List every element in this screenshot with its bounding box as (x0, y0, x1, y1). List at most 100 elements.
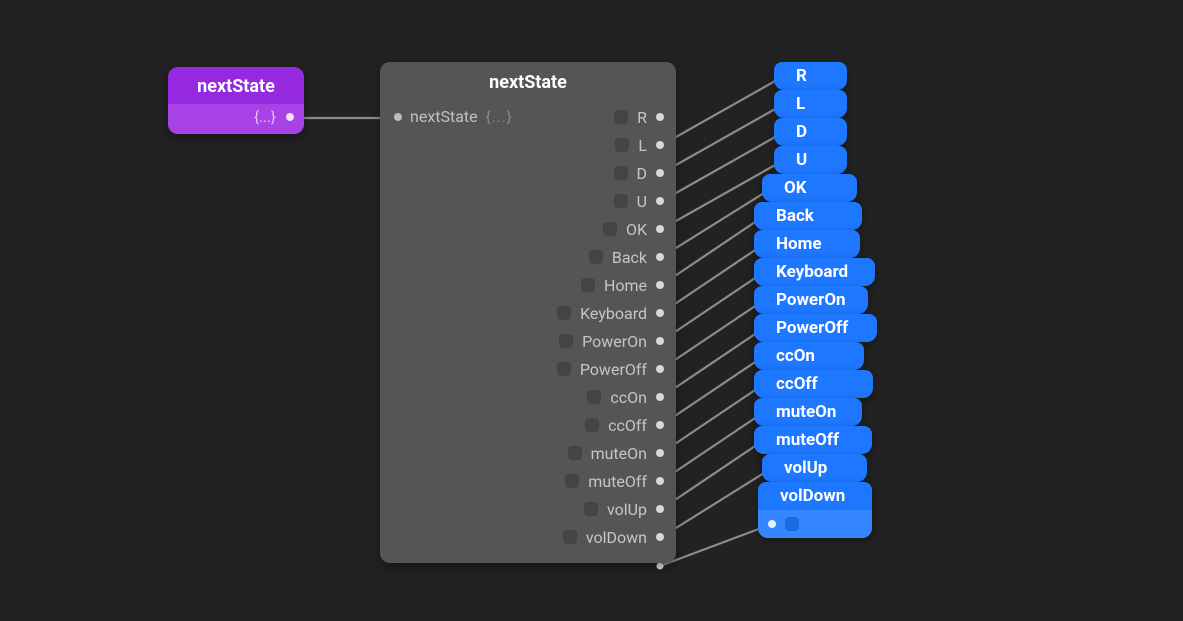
target-node-muteon[interactable]: muteOn (754, 398, 862, 426)
node-title: D (774, 118, 847, 146)
prop-label: volUp (607, 500, 647, 519)
target-node-r[interactable]: R (774, 62, 847, 90)
prop-row-muteoff[interactable]: muteOff (380, 467, 676, 495)
node-title: L (774, 90, 847, 118)
value-chip (563, 530, 577, 544)
prop-label: Back (612, 248, 647, 267)
output-port[interactable] (656, 225, 664, 233)
node-title: Back (754, 202, 862, 230)
prop-label: D (637, 164, 648, 183)
prop-row-keyboard[interactable]: Keyboard (380, 299, 676, 327)
prop-label: OK (626, 220, 647, 239)
input-port[interactable] (768, 520, 776, 528)
node-body (758, 510, 872, 538)
prop-label: volDown (586, 528, 647, 547)
prop-row-poweroff[interactable]: PowerOff (380, 355, 676, 383)
value-chip (589, 250, 603, 264)
prop-label: Home (604, 276, 647, 295)
value-chip (585, 418, 599, 432)
prop-row-home[interactable]: Home (380, 271, 676, 299)
target-node-d[interactable]: D (774, 118, 847, 146)
source-node-nextstate[interactable]: nextState {...} (168, 67, 304, 134)
target-node-ccoff[interactable]: ccOff (754, 370, 873, 398)
prop-list: RLDU OK Back Home Keyboard PowerOn PowerOff ccO… (380, 103, 676, 551)
prop-row-ccon[interactable]: ccOn (380, 383, 676, 411)
canvas: { "purple": { "title": "nextState", "out… (0, 0, 1183, 621)
value-chip (568, 446, 582, 460)
node-title: ccOff (754, 370, 873, 398)
value-chip (615, 138, 629, 152)
target-node-l[interactable]: L (774, 90, 847, 118)
output-port[interactable] (656, 281, 664, 289)
prop-row-volup[interactable]: volUp (380, 495, 676, 523)
prop-row-l[interactable]: L (380, 131, 676, 159)
output-port[interactable] (656, 449, 664, 457)
node-title: muteOff (754, 426, 872, 454)
node-title: PowerOn (754, 286, 868, 314)
braces-icon: {...} (254, 108, 276, 126)
output-port[interactable] (656, 505, 664, 513)
prop-row-ccoff[interactable]: ccOff (380, 411, 676, 439)
output-port[interactable] (656, 337, 664, 345)
prop-row-d[interactable]: D (380, 159, 676, 187)
output-port[interactable] (656, 197, 664, 205)
node-title: Keyboard (754, 258, 875, 286)
prop-label: muteOff (588, 472, 647, 491)
prop-row-ok[interactable]: OK (380, 215, 676, 243)
node-title: OK (762, 174, 857, 202)
prop-label: R (637, 108, 647, 127)
prop-row-back[interactable]: Back (380, 243, 676, 271)
prop-label: muteOn (591, 444, 647, 463)
output-port[interactable] (656, 393, 664, 401)
output-port[interactable] (656, 477, 664, 485)
target-node-voldown[interactable]: volDown (758, 482, 872, 538)
output-port[interactable] (656, 169, 664, 177)
prop-label: L (638, 136, 647, 155)
target-node-poweroff[interactable]: PowerOff (754, 314, 877, 342)
node-title: muteOn (754, 398, 862, 426)
node-title: volDown (758, 482, 872, 510)
target-node-muteoff[interactable]: muteOff (754, 426, 872, 454)
node-title: R (774, 62, 847, 90)
prop-row-voldown[interactable]: volDown (380, 523, 676, 551)
prop-label: PowerOff (580, 360, 647, 379)
prop-row-muteon[interactable]: muteOn (380, 439, 676, 467)
value-chip (565, 474, 579, 488)
value-chip (559, 334, 573, 348)
value-chip (614, 166, 628, 180)
node-title: nextState (380, 62, 676, 103)
target-node-ok[interactable]: OK (762, 174, 857, 202)
prop-label: PowerOn (582, 332, 647, 351)
node-title: Home (754, 230, 860, 258)
output-port[interactable] (656, 533, 664, 541)
value-chip (785, 517, 799, 531)
expand-node-nextstate[interactable]: nextState nextState {...} RLDUOKBackHome… (380, 62, 676, 563)
target-node-home[interactable]: Home (754, 230, 860, 258)
value-chip (603, 222, 617, 236)
prop-label: ccOff (608, 416, 647, 435)
prop-row-poweron[interactable]: PowerOn (380, 327, 676, 355)
target-node-ccon[interactable]: ccOn (754, 342, 864, 370)
value-chip (587, 390, 601, 404)
output-port[interactable] (286, 113, 294, 121)
output-port[interactable] (656, 113, 664, 121)
output-port[interactable] (656, 141, 664, 149)
node-title: U (774, 146, 847, 174)
target-node-poweron[interactable]: PowerOn (754, 286, 868, 314)
target-node-keyboard[interactable]: Keyboard (754, 258, 875, 286)
output-port[interactable] (656, 253, 664, 261)
node-output-row[interactable]: {...} (168, 104, 304, 134)
prop-label: ccOn (610, 388, 647, 407)
value-chip (614, 110, 628, 124)
output-port[interactable] (656, 421, 664, 429)
prop-row-u[interactable]: U (380, 187, 676, 215)
target-node-back[interactable]: Back (754, 202, 862, 230)
value-chip (557, 362, 571, 376)
value-chip (584, 502, 598, 516)
target-node-u[interactable]: U (774, 146, 847, 174)
value-chip (557, 306, 571, 320)
prop-row-r[interactable]: R (380, 103, 676, 131)
target-node-volup[interactable]: volUp (762, 454, 867, 482)
output-port[interactable] (656, 309, 664, 317)
output-port[interactable] (656, 365, 664, 373)
